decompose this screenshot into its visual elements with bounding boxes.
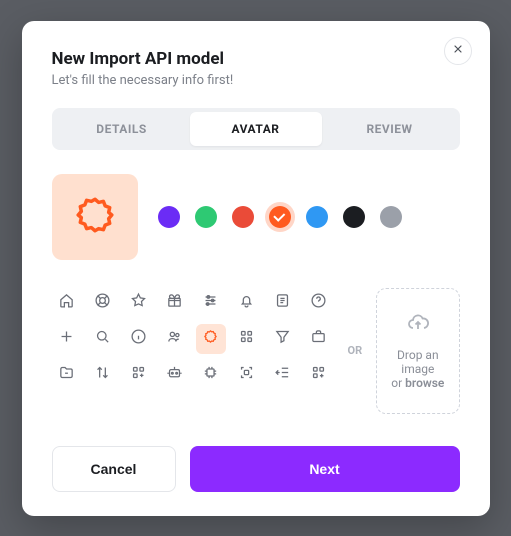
chip-icon bbox=[202, 364, 219, 385]
icon-option[interactable] bbox=[88, 360, 118, 390]
star-icon bbox=[130, 292, 147, 313]
info-icon bbox=[130, 328, 147, 349]
folder-icon bbox=[58, 364, 75, 385]
sort-icon bbox=[94, 364, 111, 385]
tab-review[interactable]: REVIEW bbox=[324, 112, 456, 146]
icon-option[interactable] bbox=[160, 288, 190, 318]
grid-icon bbox=[238, 328, 255, 349]
component-icon bbox=[130, 364, 147, 385]
sliders-icon bbox=[202, 292, 219, 313]
icon-option[interactable] bbox=[160, 360, 190, 390]
icon-option[interactable] bbox=[124, 288, 154, 318]
icon-option[interactable] bbox=[268, 360, 298, 390]
step-tabs: DETAILS AVATAR REVIEW bbox=[52, 108, 460, 150]
modal-title: New Import API model bbox=[52, 49, 460, 69]
icon-option[interactable] bbox=[124, 324, 154, 354]
close-button[interactable] bbox=[444, 37, 472, 65]
swatch-gray[interactable] bbox=[380, 206, 402, 228]
dropzone-line2: or browse bbox=[391, 376, 444, 390]
swatch-green[interactable] bbox=[195, 206, 217, 228]
icon-grid bbox=[52, 288, 334, 390]
modal-footer: Cancel Next bbox=[52, 446, 460, 492]
icon-option[interactable] bbox=[232, 324, 262, 354]
briefcase-icon bbox=[310, 328, 327, 349]
icon-option[interactable] bbox=[88, 324, 118, 354]
icon-option[interactable] bbox=[268, 288, 298, 318]
swatch-blue[interactable] bbox=[306, 206, 328, 228]
icon-option[interactable] bbox=[196, 360, 226, 390]
robot-icon bbox=[166, 364, 183, 385]
icon-option[interactable] bbox=[304, 324, 334, 354]
next-button[interactable]: Next bbox=[190, 446, 460, 492]
home-icon bbox=[58, 292, 75, 313]
avatar-config-row bbox=[52, 174, 460, 260]
icon-option[interactable] bbox=[52, 288, 82, 318]
icon-option[interactable] bbox=[304, 360, 334, 390]
icon-option[interactable] bbox=[52, 324, 82, 354]
gift-icon bbox=[166, 292, 183, 313]
close-icon bbox=[452, 43, 464, 58]
icon-option[interactable] bbox=[160, 324, 190, 354]
icon-and-upload-row: OR Drop an image or browse bbox=[52, 288, 460, 414]
filter-icon bbox=[274, 328, 291, 349]
icon-option[interactable] bbox=[196, 324, 226, 354]
icon-option[interactable] bbox=[268, 324, 298, 354]
lifebuoy-icon bbox=[94, 292, 111, 313]
scan-icon bbox=[238, 364, 255, 385]
swatch-black[interactable] bbox=[343, 206, 365, 228]
color-swatches bbox=[158, 206, 402, 228]
icon-option[interactable] bbox=[88, 288, 118, 318]
swatch-orange[interactable] bbox=[269, 206, 291, 228]
icon-option[interactable] bbox=[52, 360, 82, 390]
upload-cloud-icon bbox=[406, 311, 430, 348]
bell-icon bbox=[238, 292, 255, 313]
tab-avatar[interactable]: AVATAR bbox=[190, 112, 322, 146]
avatar-preview bbox=[52, 174, 138, 260]
icon-option[interactable] bbox=[124, 360, 154, 390]
icon-option[interactable] bbox=[232, 360, 262, 390]
plus-icon bbox=[58, 328, 75, 349]
icon-option[interactable] bbox=[196, 288, 226, 318]
image-dropzone[interactable]: Drop an image or browse bbox=[376, 288, 459, 414]
cancel-button[interactable]: Cancel bbox=[52, 446, 176, 492]
tab-details[interactable]: DETAILS bbox=[56, 112, 188, 146]
search-icon bbox=[94, 328, 111, 349]
help-icon bbox=[310, 292, 327, 313]
dropzone-line1: Drop an image bbox=[387, 348, 448, 376]
swatch-purple[interactable] bbox=[158, 206, 180, 228]
modal-subtitle: Let's fill the necessary info first! bbox=[52, 73, 460, 88]
cog-icon bbox=[202, 328, 219, 349]
icon-option[interactable] bbox=[232, 288, 262, 318]
users-icon bbox=[166, 328, 183, 349]
or-separator: OR bbox=[348, 344, 363, 357]
cog-icon bbox=[74, 194, 116, 240]
note-icon bbox=[274, 292, 291, 313]
import-model-modal: New Import API model Let's fill the nece… bbox=[22, 21, 490, 516]
add-grid-icon bbox=[310, 364, 327, 385]
indent-icon bbox=[274, 364, 291, 385]
icon-option[interactable] bbox=[304, 288, 334, 318]
swatch-red[interactable] bbox=[232, 206, 254, 228]
